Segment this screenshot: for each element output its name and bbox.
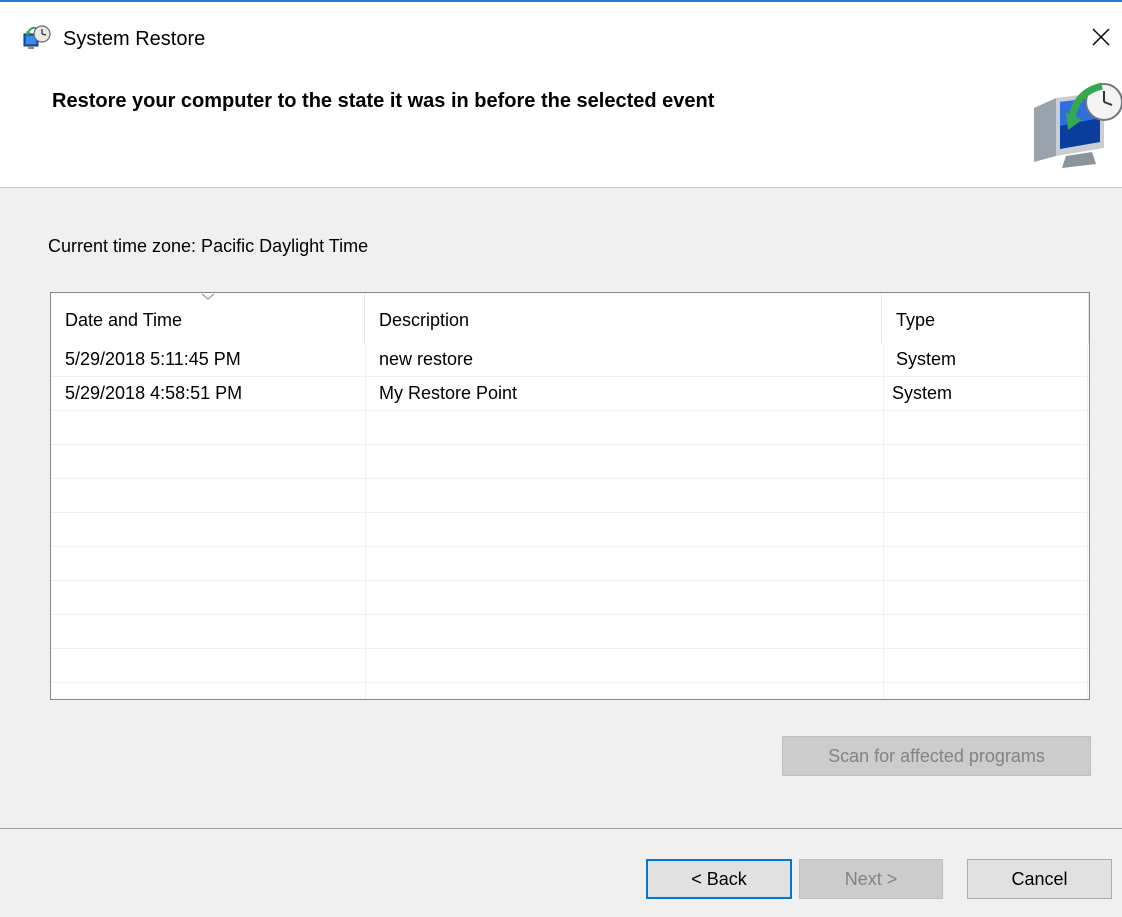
wizard-footer: < Back Next > Cancel	[0, 829, 1122, 917]
restore-points-table[interactable]: Date and Time Description Type 5/29/2018…	[50, 292, 1090, 700]
empty-table-row	[51, 445, 1089, 479]
wizard-header-title: Restore your computer to the state it wa…	[52, 90, 715, 112]
column-header-description-label: Description	[379, 309, 470, 330]
close-icon	[1092, 28, 1110, 46]
column-header-date[interactable]: Date and Time	[51, 293, 365, 343]
scan-affected-programs-button[interactable]: Scan for affected programs	[782, 736, 1091, 776]
column-header-description[interactable]: Description	[365, 293, 882, 343]
row-date: 5/29/2018 5:11:45 PM	[65, 349, 241, 369]
column-header-type-label: Type	[896, 309, 936, 330]
empty-table-row	[51, 547, 1089, 581]
back-button[interactable]: < Back	[646, 859, 792, 899]
empty-table-row	[51, 513, 1089, 547]
chevron-down-icon	[201, 293, 215, 300]
cancel-button[interactable]: Cancel	[967, 859, 1112, 899]
row-type: System	[896, 349, 957, 369]
empty-table-row	[51, 411, 1089, 445]
close-button[interactable]	[1086, 22, 1116, 52]
timezone-label: Current time zone: Pacific Daylight Time	[48, 236, 369, 256]
column-header-date-label: Date and Time	[65, 309, 183, 330]
table-header: Date and Time Description Type	[51, 293, 1089, 343]
table-row[interactable]: 5/29/2018 5:11:45 PM new restore System	[51, 343, 1089, 377]
row-type: System	[892, 383, 953, 403]
column-header-type[interactable]: Type	[882, 293, 1089, 343]
title-bar: System Restore	[0, 2, 1122, 72]
wizard-body: Current time zone: Pacific Daylight Time…	[0, 188, 1122, 828]
empty-table-row	[51, 649, 1089, 683]
table-row[interactable]: 5/29/2018 4:58:51 PM My Restore Point Sy…	[51, 377, 1089, 411]
empty-table-row	[51, 615, 1089, 649]
row-description: My Restore Point	[379, 383, 518, 403]
system-restore-window: System Restore Restore your computer to …	[0, 0, 1122, 917]
restore-computer-icon	[1026, 78, 1122, 170]
row-date: 5/29/2018 4:58:51 PM	[65, 383, 243, 403]
empty-table-row	[51, 581, 1089, 615]
system-restore-icon	[22, 24, 52, 54]
next-button[interactable]: Next >	[799, 859, 943, 899]
row-description: new restore	[379, 349, 474, 369]
window-title: System Restore	[63, 28, 206, 50]
wizard-header: Restore your computer to the state it wa…	[0, 72, 1122, 187]
empty-table-row	[51, 479, 1089, 513]
